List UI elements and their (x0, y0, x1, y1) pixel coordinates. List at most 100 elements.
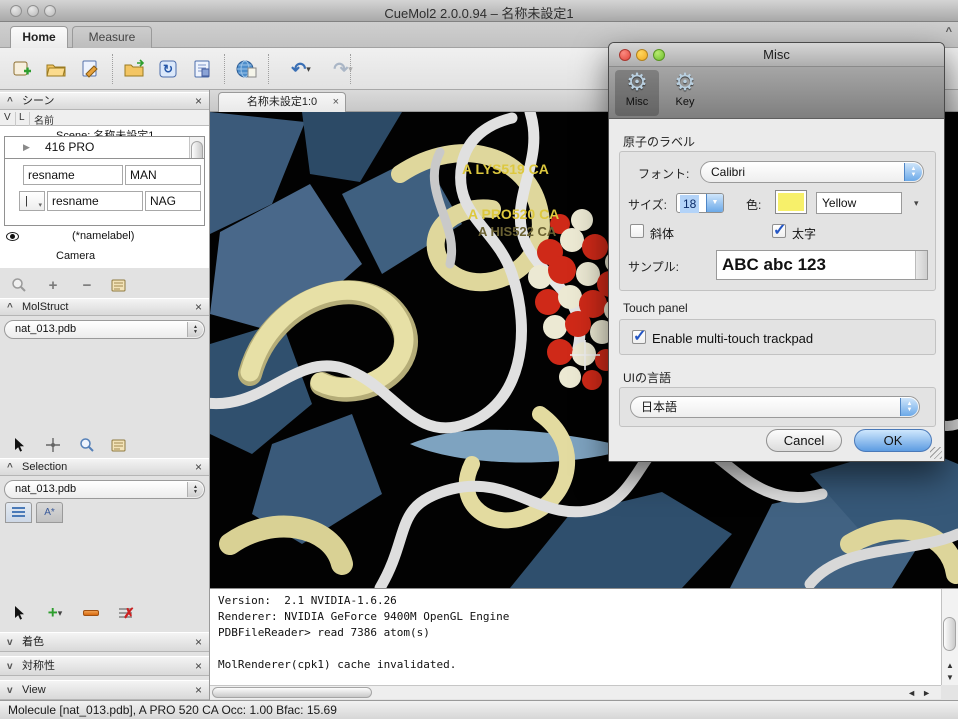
title-bar[interactable]: CueMol2 2.0.0.94 – 名称未設定1 (0, 0, 958, 22)
collapse-icon[interactable]: v (7, 681, 13, 700)
log-line: MolRenderer(cpk1) cache invalidated. (218, 658, 941, 674)
dialog-title-bar[interactable]: Misc (609, 43, 944, 67)
symmetry-panel-header[interactable]: v 対称性 × (0, 656, 209, 676)
selection-value-field[interactable] (125, 165, 201, 185)
zoom-to-icon[interactable] (8, 274, 30, 296)
font-select[interactable]: Calibri ▲▼ (700, 161, 924, 183)
tree-row[interactable]: (*namelabel) (0, 226, 209, 246)
stepper-icon[interactable]: ▲▼ (187, 482, 203, 497)
cancel-button[interactable]: Cancel (766, 429, 842, 452)
resize-grip[interactable] (930, 447, 942, 459)
log-vertical-scrollbar[interactable]: ▲ ▼ (941, 589, 958, 685)
tab-measure[interactable]: Measure (72, 26, 152, 48)
open-pdb-web-icon[interactable] (234, 57, 258, 81)
tab-home[interactable]: Home (10, 26, 68, 48)
color-dropdown-icon[interactable]: ▾ (914, 198, 919, 209)
select-cursor-icon[interactable] (8, 602, 30, 624)
selection-key-field[interactable] (47, 191, 143, 211)
selection-value-field[interactable] (145, 191, 201, 211)
scene-panel-header[interactable]: ^ シーン × (0, 92, 209, 110)
save-scene-icon[interactable] (78, 57, 102, 81)
color-swatch[interactable] (775, 190, 807, 214)
atom-label-faint: A HIS522 CA (478, 224, 557, 239)
view-tab[interactable]: 名称未設定1:0 × (218, 92, 346, 112)
ok-button[interactable]: OK (854, 429, 932, 452)
remove-object-icon[interactable]: − (76, 274, 98, 296)
italic-checkbox[interactable]: ✓ (630, 224, 644, 238)
operator-select[interactable]: | ▾ (19, 191, 45, 211)
open-scene-icon[interactable] (44, 57, 68, 81)
scene-info-icon[interactable] (190, 57, 214, 81)
stepper-icon[interactable]: ▲▼ (904, 163, 922, 181)
color-name-field[interactable] (816, 192, 902, 214)
pref-page-label: Misc (626, 96, 649, 108)
view-tab-close-icon[interactable]: × (333, 93, 339, 112)
size-combo[interactable]: 18 ▼ (676, 193, 724, 213)
stepper-icon[interactable]: ▲▼ (187, 322, 203, 337)
collapse-icon[interactable]: ^ (7, 459, 13, 476)
log-horizontal-scrollbar[interactable]: ◄► (210, 685, 941, 699)
pref-page-key[interactable]: ⚙ Key (663, 70, 707, 116)
atom-label-groupbox: フォント: Calibri ▲▼ サイズ: 18 ▼ 色: ▾ ✓ 斜体 ✓ (619, 151, 936, 291)
undo-button[interactable]: ↶ ▾ (284, 57, 318, 81)
language-section-title: UIの言語 (623, 369, 671, 386)
expand-icon[interactable]: ▶ (23, 137, 30, 158)
collapse-icon[interactable]: ^ (7, 299, 13, 316)
collapse-icon[interactable]: ^ (7, 93, 13, 110)
molstruct-molecule-select[interactable]: nat_013.pdb ▲▼ (4, 320, 205, 339)
font-value: Calibri (711, 165, 745, 179)
close-icon[interactable]: × (195, 93, 202, 110)
new-scene-icon[interactable] (10, 57, 34, 81)
remove-term-icon[interactable] (80, 602, 102, 624)
atom-label: A LYS519 CA (462, 161, 549, 177)
expression-icon: A* (44, 507, 55, 518)
properties-icon[interactable] (108, 434, 130, 456)
multitouch-checkbox[interactable]: ✓ (632, 330, 646, 344)
gear-icon: ⚙ (626, 70, 648, 96)
log-text[interactable]: Version: 2.1 NVIDIA-1.6.26 Renderer: NVI… (210, 589, 941, 685)
close-icon[interactable]: × (195, 681, 202, 700)
log-line (218, 642, 941, 658)
reload-icon[interactable]: ↻ (156, 57, 180, 81)
tab-expression-mode[interactable]: A* (36, 502, 63, 523)
bold-checkbox[interactable]: ✓ (772, 224, 786, 238)
view-panel-header[interactable]: v View × (0, 680, 209, 700)
log-line: Version: 2.1 NVIDIA-1.6.26 (218, 594, 941, 610)
close-icon[interactable]: × (195, 633, 202, 652)
collapse-icon[interactable]: v (7, 657, 13, 676)
properties-icon[interactable] (108, 274, 130, 296)
close-icon[interactable]: × (195, 657, 202, 676)
scroll-right-icon[interactable]: ► (922, 688, 937, 698)
pref-page-misc[interactable]: ⚙ Misc (615, 70, 659, 116)
open-file-icon[interactable] (122, 57, 146, 81)
language-select[interactable]: 日本語 ▲▼ (630, 396, 920, 418)
redo-button[interactable]: ↷ ▾ (326, 57, 360, 81)
select-cursor-icon[interactable] (8, 434, 30, 456)
clear-selection-icon[interactable]: ✗ (114, 602, 136, 624)
tree-row[interactable]: Camera (0, 246, 209, 266)
residue-row[interactable]: ▶ 416 PRO (5, 137, 204, 158)
coloring-panel-title: 着色 (22, 633, 44, 652)
dropdown-arrow-icon[interactable]: ▼ (706, 194, 723, 212)
molstruct-panel-header[interactable]: ^ MolStruct × (0, 298, 209, 316)
ribbon-collapse-icon[interactable]: ^ (946, 26, 952, 38)
zoom-to-residue-icon[interactable] (76, 434, 98, 456)
atom-label-section-title: 原子のラベル (623, 133, 695, 150)
tab-list-mode[interactable] (5, 502, 32, 523)
eye-icon[interactable] (6, 232, 19, 241)
close-icon[interactable]: × (195, 459, 202, 476)
collapse-icon[interactable]: v (7, 633, 13, 652)
selection-panel-header[interactable]: ^ Selection × (0, 458, 209, 476)
sample-preview-field[interactable]: ABC abc 123 (716, 250, 928, 280)
atom-label: A PRO520 CA (468, 206, 559, 222)
scroll-left-icon[interactable]: ◄ (907, 688, 922, 698)
selection-key-field[interactable] (23, 165, 123, 185)
coloring-panel-header[interactable]: v 着色 × (0, 632, 209, 652)
close-icon[interactable]: × (195, 299, 202, 316)
center-view-icon[interactable] (42, 434, 64, 456)
add-object-icon[interactable]: + (42, 274, 64, 296)
add-term-button[interactable]: + ▾ (40, 602, 70, 624)
font-label: フォント: (638, 165, 689, 182)
stepper-icon[interactable]: ▲▼ (900, 398, 918, 416)
selection-molecule-select[interactable]: nat_013.pdb ▲▼ (4, 480, 205, 499)
